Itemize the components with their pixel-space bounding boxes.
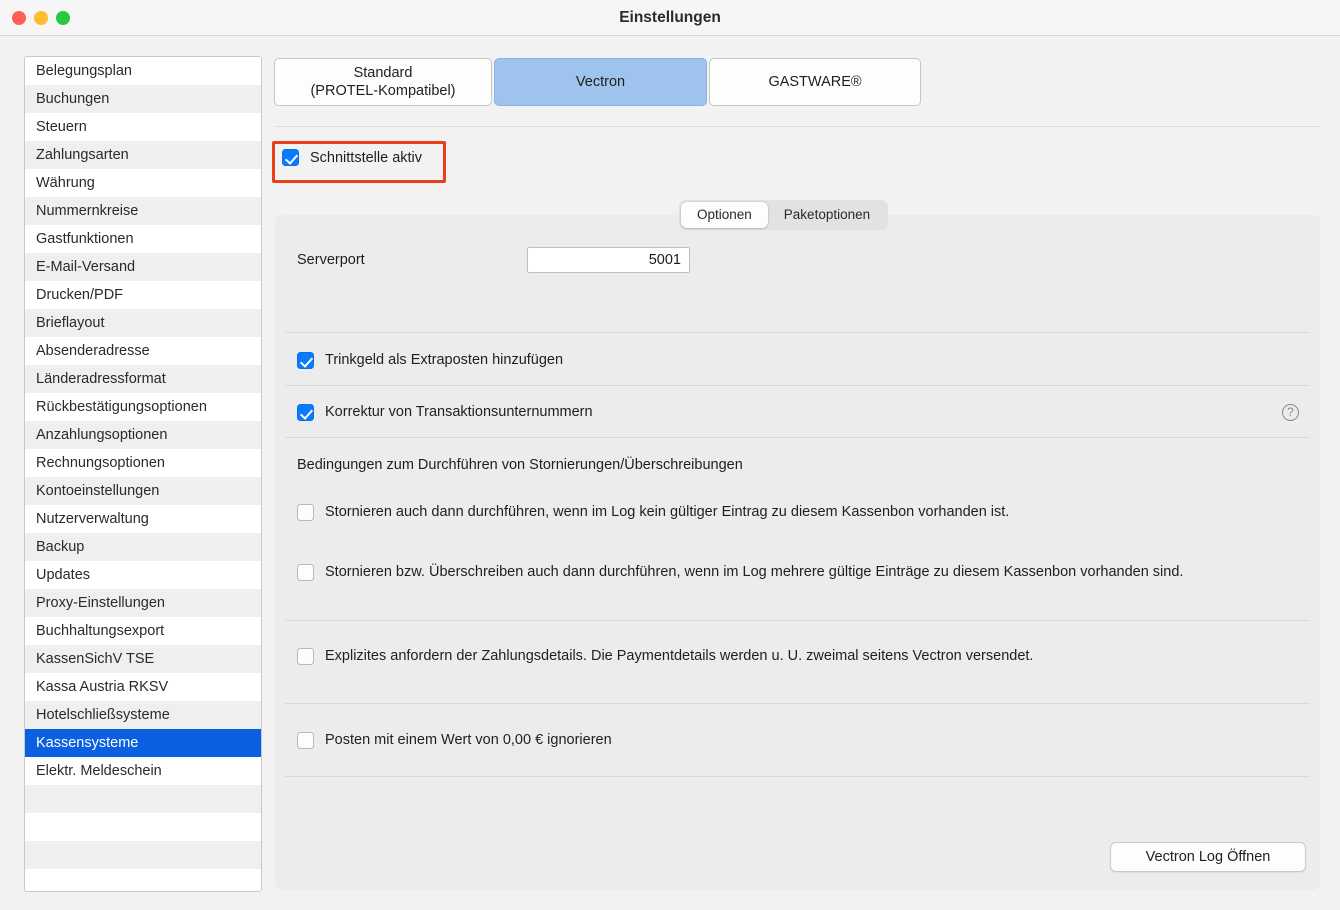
sidebar-item-updates[interactable]: Updates [25,561,261,589]
sidebar-item-buchungen[interactable]: Buchungen [25,85,261,113]
sidebar-item-elektr-meldeschein[interactable]: Elektr. Meldeschein [25,757,261,785]
condition-row-2[interactable]: Stornieren bzw. Überschreiben auch dann … [275,557,1320,587]
sidebar-item-kassensysteme[interactable]: Kassensysteme [25,729,261,757]
row-separator [285,620,1310,621]
row-separator [285,385,1310,386]
condition-row-3[interactable]: Explizites anfordern der Zahlungsdetails… [275,641,1320,671]
conditions-section-title-row: Bedingungen zum Durchführen von Stornier… [275,451,1320,479]
condition-3-checkbox[interactable] [297,647,314,665]
sidebar-item-absenderadresse[interactable]: Absenderadresse [25,337,261,365]
conditions-section-title: Bedingungen zum Durchführen von Stornier… [297,457,743,473]
correction-checkbox[interactable] [297,403,314,421]
tab-standard-line2: (PROTEL-Kompatibel) [310,83,456,99]
help-circle-icon[interactable]: ? [1282,403,1299,421]
condition-4-checkbox[interactable] [297,731,314,749]
serverport-input[interactable]: 5001 [527,247,690,273]
sidebar-filler-row [25,841,261,869]
sidebar-item-steuern[interactable]: Steuern [25,113,261,141]
row-separator [285,437,1310,438]
sidebar-item-belegungsplan[interactable]: Belegungsplan [25,57,261,85]
condition-3-label: Explizites anfordern der Zahlungsdetails… [325,648,1034,664]
sidebar-item-rueckbestaetigungsoptionen[interactable]: Rückbestätigungsoptionen [25,393,261,421]
tip-extra-item-checkbox[interactable] [297,351,314,369]
header-divider [275,126,1320,127]
condition-row-4[interactable]: Posten mit einem Wert von 0,00 € ignorie… [275,725,1320,755]
serverport-row: Serverport 5001 [275,240,1320,280]
sidebar-item-nutzerverwaltung[interactable]: Nutzerverwaltung [25,505,261,533]
sidebar-item-brieflayout[interactable]: Brieflayout [25,309,261,337]
sidebar-item-kontoeinstellungen[interactable]: Kontoeinstellungen [25,477,261,505]
sidebar-item-email-versand[interactable]: E-Mail-Versand [25,253,261,281]
tip-extra-item-row[interactable]: Trinkgeld als Extraposten hinzufügen [275,343,1320,377]
options-tab-group[interactable]: Optionen Paketoptionen [679,200,889,230]
condition-4-label: Posten mit einem Wert von 0,00 € ignorie… [325,732,612,748]
interface-active-label: Schnittstelle aktiv [310,149,423,166]
sidebar-item-kassensichv-tse[interactable]: KassenSichV TSE [25,645,261,673]
sidebar-item-hotelschliesssysteme[interactable]: Hotelschließsysteme [25,701,261,729]
settings-content: Standard (PROTEL-Kompatibel) Vectron GAS… [270,48,1322,898]
tab-paketoptionen[interactable]: Paketoptionen [768,202,886,228]
sidebar-item-waehrung[interactable]: Währung [25,169,261,197]
row-separator [285,703,1310,704]
condition-2-label: Stornieren bzw. Überschreiben auch dann … [325,564,1184,580]
sidebar-item-laenderadressformat[interactable]: Länderadressformat [25,365,261,393]
sidebar-item-nummernkreise[interactable]: Nummernkreise [25,197,261,225]
correction-row[interactable]: Korrektur von Transaktionsunternummern ? [275,395,1320,429]
tab-gastware[interactable]: GASTWARE® [709,58,921,106]
options-panel: Optionen Paketoptionen Serverport 5001 T… [275,200,1320,890]
row-separator [285,332,1310,333]
row-separator [285,776,1310,777]
sidebar-filler-row [25,813,261,841]
settings-window: Einstellungen Belegungsplan Buchungen St… [0,0,1340,910]
sidebar-item-drucken-pdf[interactable]: Drucken/PDF [25,281,261,309]
sidebar-item-buchhaltungsexport[interactable]: Buchhaltungsexport [25,617,261,645]
sidebar-item-anzahlungsoptionen[interactable]: Anzahlungsoptionen [25,421,261,449]
settings-sidebar[interactable]: Belegungsplan Buchungen Steuern Zahlungs… [24,56,262,892]
sidebar-item-gastfunktionen[interactable]: Gastfunktionen [25,225,261,253]
tab-vectron[interactable]: Vectron [494,58,707,106]
interface-active-checkbox[interactable] [282,149,299,166]
condition-1-label: Stornieren auch dann durchführen, wenn i… [325,504,1010,520]
condition-1-checkbox[interactable] [297,503,314,521]
window-title: Einstellungen [619,9,721,26]
sidebar-filler-row [25,785,261,813]
sidebar-item-backup[interactable]: Backup [25,533,261,561]
serverport-label: Serverport [297,252,365,268]
open-vectron-log-button[interactable]: Vectron Log Öffnen [1110,842,1306,872]
interface-active-row[interactable]: Schnittstelle aktiv [272,141,434,174]
tip-extra-item-label: Trinkgeld als Extraposten hinzufügen [325,352,564,368]
sidebar-item-rechnungsoptionen[interactable]: Rechnungsoptionen [25,449,261,477]
condition-row-1[interactable]: Stornieren auch dann durchführen, wenn i… [275,497,1320,527]
sidebar-item-zahlungsarten[interactable]: Zahlungsarten [25,141,261,169]
title-bar: Einstellungen [0,0,1340,36]
sidebar-item-kassa-austria-rksv[interactable]: Kassa Austria RKSV [25,673,261,701]
tab-optionen[interactable]: Optionen [681,202,768,228]
sidebar-item-proxy-einstellungen[interactable]: Proxy-Einstellungen [25,589,261,617]
condition-2-checkbox[interactable] [297,563,314,581]
tab-standard-line1: Standard [353,64,413,81]
kassensystem-tab-group[interactable]: Standard (PROTEL-Kompatibel) Vectron GAS… [274,58,921,106]
tab-standard-protel[interactable]: Standard (PROTEL-Kompatibel) [274,58,492,106]
sidebar-filler-row [25,869,261,891]
correction-label: Korrektur von Transaktionsunternummern [325,404,593,420]
